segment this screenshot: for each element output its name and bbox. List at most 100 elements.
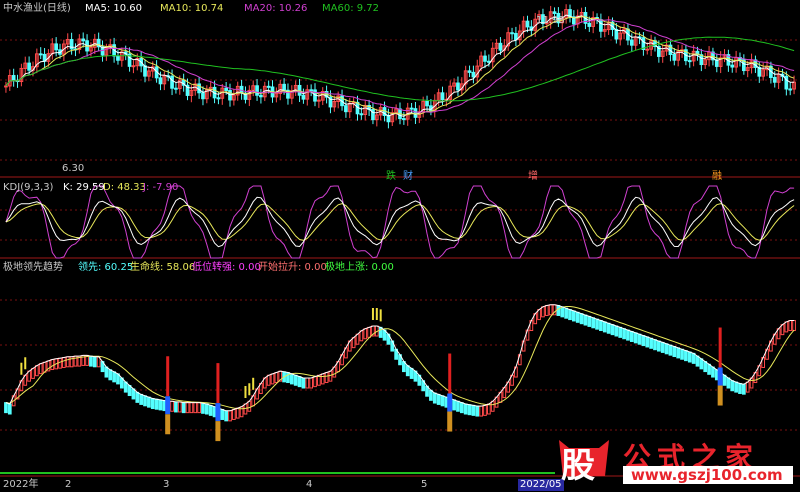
price-candle — [552, 11, 557, 14]
price-candle — [54, 43, 59, 51]
trend-bar — [92, 356, 97, 368]
trend-bar — [7, 403, 12, 415]
trend-bar — [653, 339, 657, 351]
price-candle — [629, 39, 634, 46]
trend-bar — [591, 317, 596, 329]
trend-bar — [440, 395, 445, 407]
trend-bar — [614, 325, 619, 337]
logo-gu-badge: 股 — [555, 436, 613, 486]
trend-bar — [274, 372, 279, 384]
price-candle — [467, 70, 472, 73]
trend-bar — [587, 315, 592, 327]
trend-start-rise: 开始拉升: 0.00 — [258, 262, 327, 273]
kdj-title: KDJ(9,3,3) — [3, 182, 54, 193]
signal-blue-block — [165, 396, 171, 415]
signal-yellow-tick — [375, 308, 378, 320]
trend-bar — [177, 401, 182, 413]
signal-blue-block — [447, 393, 453, 412]
trend-bar — [730, 380, 735, 392]
price-candle — [413, 108, 418, 118]
event-marker-zeng[interactable]: 增 — [528, 171, 538, 183]
trend-bar — [618, 326, 623, 338]
trend-bar — [656, 340, 661, 352]
stock-title: 中水渔业(日线) — [3, 3, 71, 14]
event-marker-die[interactable]: 跌 — [386, 171, 396, 183]
trend-bar — [541, 306, 545, 318]
price-candle — [201, 92, 205, 100]
trend-bar — [699, 358, 704, 370]
trend-bar — [668, 344, 673, 356]
trend-bar — [232, 408, 236, 420]
panel1-title: 中水渔业(日线) — [3, 3, 71, 15]
event-marker-cai[interactable]: 财 — [403, 171, 413, 183]
trend-bar — [660, 341, 665, 353]
trend-bar — [150, 398, 155, 410]
signal-yellow-tick — [379, 309, 382, 322]
trend-bar — [220, 408, 225, 420]
trend-bar — [738, 382, 742, 394]
trend-bar — [31, 367, 35, 379]
trend-bar — [34, 365, 39, 377]
trend-bar — [363, 328, 368, 340]
trend-bar — [622, 328, 626, 340]
trend-bar — [691, 352, 696, 364]
price-candle — [645, 48, 650, 51]
trend-bar — [409, 367, 414, 379]
trend-bar — [4, 402, 8, 414]
price-candle — [614, 28, 619, 40]
trend-bar — [784, 321, 789, 333]
trend-bar — [266, 374, 271, 386]
signal-red-bar — [166, 356, 170, 397]
signal-gold-block — [215, 421, 221, 442]
trend-bar — [89, 355, 93, 367]
trend-bar — [320, 373, 325, 385]
price-candle — [38, 53, 43, 56]
signal-blue-block — [717, 367, 723, 386]
price-candle — [672, 53, 677, 61]
trend-bar — [174, 401, 178, 413]
axis-label-5: 5 — [421, 479, 428, 490]
price-candle — [371, 108, 375, 121]
chart-canvas — [0, 4, 800, 477]
trend-bar — [680, 348, 684, 360]
trend-bar — [610, 324, 615, 336]
trend-bar — [606, 322, 611, 334]
trend-bar — [197, 402, 201, 414]
axis-label-3: 3 — [163, 479, 170, 490]
trend-bar — [548, 304, 553, 316]
signal-yellow-tick — [20, 362, 23, 375]
price-candle — [788, 88, 793, 91]
trend-bar — [247, 400, 252, 412]
low-price-label: 6.30 — [62, 163, 85, 174]
trend-bar — [475, 405, 480, 417]
trend-bar — [38, 363, 43, 375]
price-candle — [282, 83, 286, 91]
trend-bar — [313, 376, 317, 388]
trend-bar — [104, 366, 109, 378]
trend-bar — [641, 335, 646, 347]
trend-bar — [645, 336, 650, 348]
trend-bar — [479, 405, 483, 417]
logo-url: www.gszj100.com — [631, 466, 783, 484]
price-candle — [174, 87, 178, 90]
trend-bar — [544, 304, 549, 316]
trend-bar — [637, 333, 642, 345]
price-candle — [4, 85, 8, 88]
trend-bar — [289, 373, 294, 385]
trend-bar — [131, 388, 136, 400]
event-marker-rong[interactable]: 融 — [712, 171, 722, 183]
logo-url-box: www.gszj100.com — [623, 466, 793, 484]
axis-label-2022: 2022年 — [3, 479, 39, 490]
ma20-label: MA20: 10.26 — [244, 3, 308, 14]
axis-label-4: 4 — [306, 479, 313, 490]
trend-bar — [726, 377, 731, 389]
trend-bar — [711, 366, 715, 378]
trend-bar — [293, 374, 298, 386]
trend-bar — [429, 389, 433, 401]
trend-bar — [471, 404, 476, 416]
ma60-label: MA60: 9.72 — [322, 3, 380, 14]
price-candle — [456, 82, 460, 91]
trend-bar — [58, 357, 62, 369]
trend-bar — [185, 402, 190, 414]
ma10-label: MA10: 10.74 — [160, 3, 224, 14]
